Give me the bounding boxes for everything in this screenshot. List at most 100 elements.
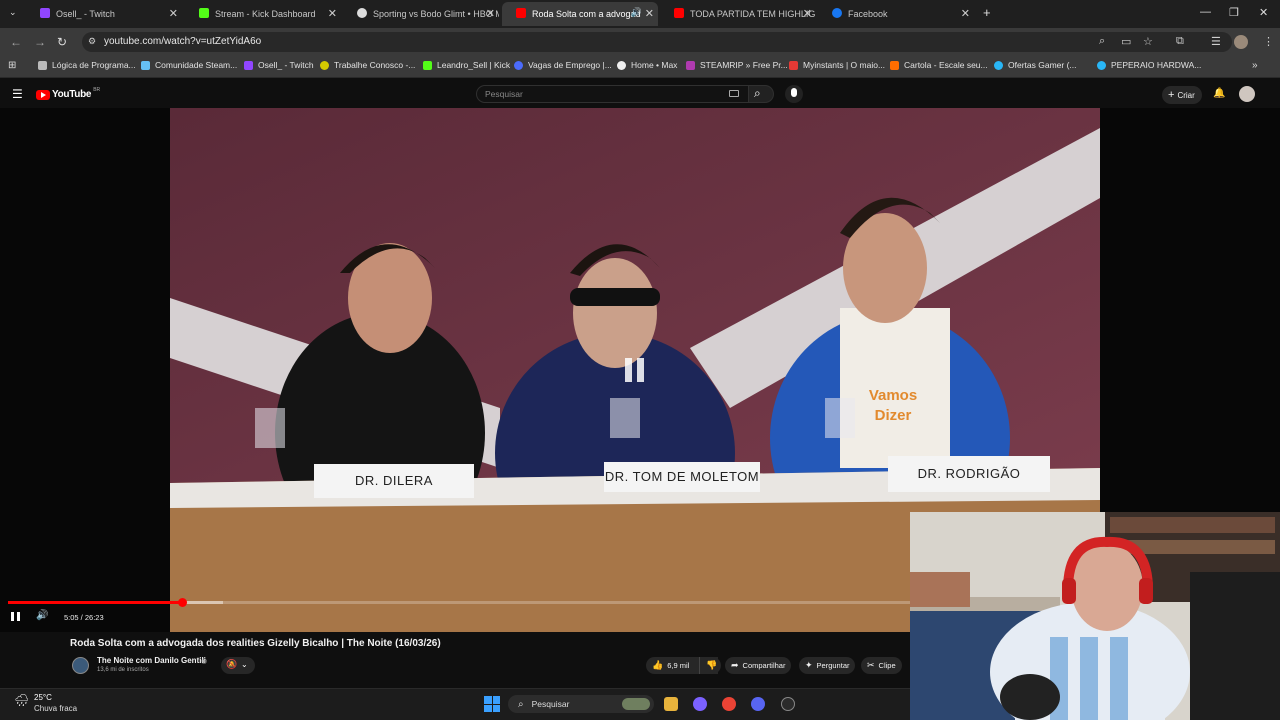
apps-grid-icon[interactable]: ⊞ xyxy=(8,60,16,71)
menu-dots-icon[interactable]: ⋮ xyxy=(1263,35,1274,48)
tab-youtube-active[interactable]: Roda Solta com a advogad 🔊 ✕ xyxy=(502,2,658,26)
close-tab-icon[interactable]: ✕ xyxy=(169,7,178,20)
ask-button[interactable]: ✦ Perguntar xyxy=(799,657,856,674)
obs-icon[interactable] xyxy=(781,697,795,711)
progress-scrubber[interactable] xyxy=(178,598,188,607)
weather-temperature: 25°C xyxy=(34,693,52,702)
pause-icon-bar xyxy=(17,612,20,621)
youtube-logo[interactable]: YouTube BR xyxy=(36,87,100,100)
bookmark-icon xyxy=(514,60,523,70)
bookmark-item[interactable]: Myinstants | O maio... xyxy=(789,60,885,70)
tab-title: Facebook xyxy=(848,9,888,19)
weather-icon[interactable]: 🌧 xyxy=(14,693,29,707)
twitch-icon xyxy=(244,60,253,70)
clip-button[interactable]: ✂ Clipe xyxy=(861,657,902,674)
chrome-icon[interactable] xyxy=(722,697,736,711)
channel-name[interactable]: The Noite com Danilo Gentili xyxy=(97,656,206,665)
profile-avatar[interactable] xyxy=(1234,35,1248,49)
bell-off-icon: 🔕 xyxy=(226,659,238,669)
new-tab-button[interactable]: + xyxy=(983,5,991,20)
forward-icon[interactable]: → xyxy=(34,35,46,49)
youtube-icon xyxy=(516,8,526,18)
bookmark-item[interactable]: Lógica de Programa... xyxy=(38,60,136,70)
webcam-scene xyxy=(910,512,1280,720)
bookmark-item[interactable]: Osell_ - Twitch xyxy=(244,60,314,70)
tab-youtube[interactable]: TODA PARTIDA TEM HIGHLIGH ✕ xyxy=(660,2,816,26)
close-tab-icon[interactable]: ✕ xyxy=(803,7,812,20)
tab-hbo[interactable]: Sporting vs Bodo Glimt • HBO M ✕ xyxy=(343,2,499,26)
plus-icon: + xyxy=(1168,89,1175,101)
close-window-icon[interactable]: ✕ xyxy=(1259,6,1268,19)
bookmark-icon xyxy=(320,60,329,70)
subscriber-count: 13,6 mi de inscritos xyxy=(97,667,149,673)
nameplate-tom: DR. TOM DE MOLETOM xyxy=(604,462,760,492)
search-icon: ⌕ xyxy=(754,86,761,100)
back-icon[interactable]: ← xyxy=(10,35,22,49)
share-icon: ➦ xyxy=(731,660,739,670)
cast-icon[interactable]: ▭ xyxy=(1121,35,1131,48)
file-explorer-icon[interactable] xyxy=(664,697,678,711)
reload-icon[interactable]: ↻ xyxy=(57,35,67,49)
close-tab-icon[interactable]: ✕ xyxy=(961,7,970,20)
webcam-overlay xyxy=(910,512,1280,720)
tab-title: Roda Solta com a advogad xyxy=(532,9,641,19)
bookmark-item[interactable]: Comunidade Steam... xyxy=(141,60,237,70)
speaker-icon[interactable]: 🔊 xyxy=(631,7,642,18)
dislike-button[interactable]: 👎 xyxy=(699,657,721,674)
search-button[interactable] xyxy=(748,85,774,103)
share-button[interactable]: ➦ Compartilhar xyxy=(725,657,792,674)
zoom-icon[interactable]: ⌕ xyxy=(1099,35,1105,48)
progress-played xyxy=(8,601,183,604)
site-info-icon[interactable]: ⚙ xyxy=(88,36,96,47)
search-highlight-icon xyxy=(622,698,650,710)
video-title: Roda Solta com a advogada dos realities … xyxy=(70,638,441,649)
tab-kick[interactable]: Stream - Kick Dashboard ✕ xyxy=(185,2,341,26)
tab-twitch[interactable]: Osell_ - Twitch ✕ xyxy=(26,2,182,26)
kick-icon xyxy=(199,8,209,18)
bookmark-item[interactable]: Home • Max xyxy=(617,60,677,70)
tab-search-icon[interactable]: ⌄ xyxy=(9,7,17,18)
bookmark-item[interactable]: Vagas de Emprego |... xyxy=(514,60,612,70)
bookmark-icon xyxy=(686,60,695,70)
channel-avatar[interactable] xyxy=(72,657,89,674)
maximize-icon[interactable]: ❐ xyxy=(1229,6,1239,19)
create-button[interactable]: + Criar xyxy=(1162,86,1202,104)
tab-title: Osell_ - Twitch xyxy=(56,9,115,19)
windows-start-icon[interactable] xyxy=(484,696,500,712)
close-tab-icon[interactable]: ✕ xyxy=(328,7,337,20)
tab-title: Sporting vs Bodo Glimt • HBO M xyxy=(373,9,499,19)
verified-icon: ◉ xyxy=(201,658,208,665)
close-tab-icon[interactable]: ✕ xyxy=(645,7,654,20)
minimize-icon[interactable]: — xyxy=(1200,6,1211,18)
close-tab-icon[interactable]: ✕ xyxy=(486,7,495,20)
hbo-icon xyxy=(357,8,367,18)
twitch-app-icon[interactable] xyxy=(693,697,707,711)
bookmark-item[interactable]: Leandro_Sell | Kick xyxy=(423,60,510,70)
sparkle-icon: ✦ xyxy=(805,660,813,670)
account-avatar[interactable] xyxy=(1239,86,1255,102)
bookmark-item[interactable]: Cartola - Escale seu... xyxy=(890,60,988,70)
bookmark-item[interactable]: STEAMRIP » Free Pr... xyxy=(686,60,788,70)
tab-title: Stream - Kick Dashboard xyxy=(215,9,316,19)
url-text[interactable]: youtube.com/watch?v=utZetYidA6o xyxy=(104,36,261,47)
windows-taskbar xyxy=(0,688,910,720)
search-icon: ⌕ xyxy=(518,698,524,710)
keyboard-icon[interactable] xyxy=(729,90,739,97)
extensions-icon[interactable]: ⧉ xyxy=(1176,35,1184,48)
hamburger-menu-icon[interactable]: ☰ xyxy=(12,87,23,101)
discord-icon[interactable] xyxy=(751,697,765,711)
bookmark-item[interactable]: Trabalhe Conosco -... xyxy=(320,60,415,70)
shirt-print: Vamos Dizer xyxy=(868,387,918,424)
volume-icon[interactable]: 🔊 xyxy=(36,610,48,621)
bookmarks-overflow-icon[interactable]: » xyxy=(1252,60,1258,71)
notifications-bell-icon[interactable]: 🔔 xyxy=(1213,88,1225,99)
search-input[interactable]: Pesquisar xyxy=(476,85,750,103)
tab-facebook[interactable]: Facebook ✕ xyxy=(818,2,974,26)
bookmark-star-icon[interactable]: ☆ xyxy=(1143,35,1153,48)
bookmark-item[interactable]: PEPERAIO HARDWA... xyxy=(1097,60,1201,70)
bookmark-item[interactable]: Ofertas Gamer (... xyxy=(994,60,1077,70)
tab-title: TODA PARTIDA TEM HIGHLIGH xyxy=(690,9,816,19)
reading-list-icon[interactable]: ☰ xyxy=(1211,35,1221,48)
browser-tab-strip: ⌄ Osell_ - Twitch ✕ Stream - Kick Dashbo… xyxy=(0,0,1280,28)
pause-icon[interactable] xyxy=(11,612,14,621)
